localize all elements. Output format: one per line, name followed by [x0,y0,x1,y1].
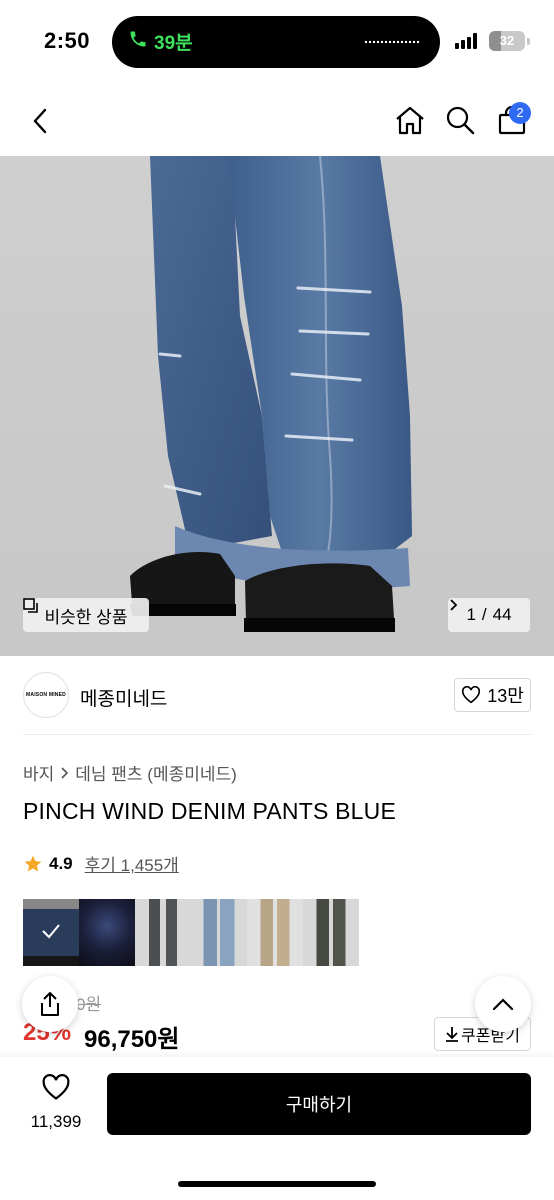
divider [23,734,531,735]
copy-icon [23,598,38,613]
heart-icon [462,686,481,704]
dynamic-island[interactable]: 39분 [112,16,440,68]
heart-icon [42,1074,70,1100]
battery-fill [489,31,501,51]
brand-logo[interactable]: MAISON MINED [23,672,69,718]
thumbnail-2[interactable] [79,899,135,966]
denim-pants-photo [130,156,412,632]
product-title: PINCH WIND DENIM PANTS BLUE [23,798,397,824]
breadcrumb-subcategory[interactable]: 데님 팬츠 (메종미네드) [75,760,237,785]
rating-score: 4.9 [49,853,73,873]
cart-count-badge: 2 [509,102,531,124]
status-bar: 2:50 39분 32 [0,0,554,84]
thumbnail-3[interactable] [135,899,191,966]
rating[interactable]: 4.9 후기 1,455개 [23,851,179,876]
sale-price: 96,750원 [84,1026,180,1053]
home-indicator [178,1181,376,1187]
chevron-right-icon [61,766,69,779]
check-icon [42,924,60,939]
waveform-icon [364,40,420,44]
search-button[interactable] [442,102,478,138]
home-icon [396,106,424,135]
chevron-up-icon [492,998,514,1011]
color-thumbnails [23,899,359,966]
product-image[interactable]: 비슷한 상품 1 / 44 [0,156,554,656]
image-counter[interactable]: 1 / 44 [448,598,530,632]
buy-button[interactable]: 구매하기 [107,1073,531,1135]
home-button[interactable] [392,102,428,138]
download-icon [446,1027,459,1042]
status-time: 2:50 [44,28,91,53]
thumbnail-5[interactable] [247,899,303,966]
breadcrumb-category[interactable]: 바지 [23,760,54,785]
star-icon [24,855,42,871]
share-button[interactable] [22,976,78,1032]
battery-tip [527,38,530,45]
phone-icon [128,29,148,55]
search-icon [446,106,475,135]
call-duration: 39분 [154,33,193,54]
thumbnail-4[interactable] [191,899,247,966]
review-count-link[interactable]: 후기 1,455개 [85,851,179,876]
call-indicator[interactable]: 39분 [128,28,193,55]
brand-logo-text: MAISON MINED [26,692,66,698]
image-counter-separator: / [481,605,487,624]
brand-like-button[interactable]: 13만 [454,678,531,712]
wishlist-count: 11,399 [30,1112,82,1131]
breadcrumb: 바지 데님 팬츠 (메종미네드) [23,760,237,785]
back-button[interactable] [24,104,56,138]
image-counter-current: 1 [466,605,476,624]
original-price: 0원 [76,995,102,1014]
thumbnail-1[interactable] [23,899,79,966]
cellular-signal-icon [455,33,477,49]
chevron-right-icon [450,599,458,611]
brand-name[interactable]: 메종미네드 [80,684,167,711]
battery-icon: 32 [489,31,525,51]
similar-products-button[interactable]: 비슷한 상품 [23,598,149,632]
similar-products-label: 비슷한 상품 [44,607,128,627]
wishlist-button[interactable]: 11,399 [22,1074,90,1132]
image-counter-total: 44 [492,605,512,624]
top-navigation [0,90,554,154]
chevron-left-icon [33,108,47,134]
battery-level: 32 [499,33,515,48]
brand-like-count: 13만 [487,686,524,706]
share-icon [41,992,59,1016]
thumbnail-6[interactable] [303,899,359,966]
scroll-to-top-button[interactable] [475,976,531,1032]
